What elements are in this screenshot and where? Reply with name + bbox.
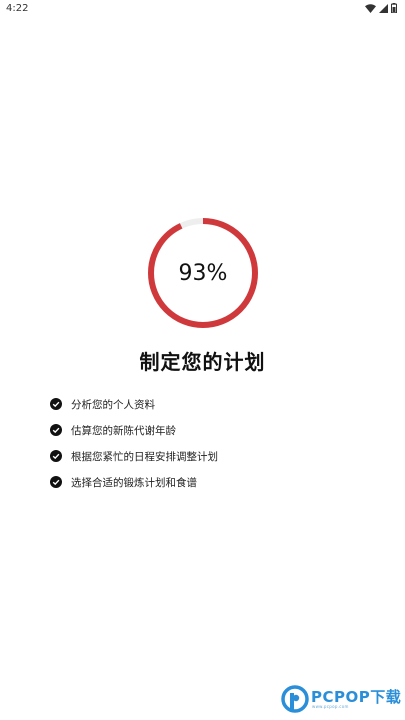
status-icons [365,3,397,13]
progress-percent: 93% [178,260,228,286]
status-time: 4:22 [6,3,29,14]
task-label: 估算您的新陈代谢年龄 [71,424,176,437]
check-circle-icon [50,476,62,488]
list-item: 估算您的新陈代谢年龄 [50,417,218,443]
page-title: 制定您的计划 [139,350,266,374]
wifi-icon [365,3,376,13]
task-label: 根据您紧忙的日程安排调整计划 [71,450,218,463]
list-item: 选择合适的锻炼计划和食谱 [50,469,218,495]
watermark-subtext: www.pcpop.com [312,704,349,709]
task-list: 分析您的个人资料 估算您的新陈代谢年龄 根据您紧忙的日程安排调整计划 选择合适的… [50,391,218,495]
check-circle-icon [50,450,62,462]
list-item: 分析您的个人资料 [50,391,218,417]
check-circle-icon [50,424,62,436]
pcpop-logo-icon [281,685,309,713]
battery-icon [391,3,397,13]
check-circle-icon [50,398,62,410]
task-label: 分析您的个人资料 [71,398,155,411]
watermark: PCPOP下载 www.pcpop.com [279,683,405,720]
task-label: 选择合适的锻炼计划和食谱 [71,476,197,489]
cell-signal-icon [379,3,388,13]
status-bar: 4:22 [0,0,405,18]
list-item: 根据您紧忙的日程安排调整计划 [50,443,218,469]
